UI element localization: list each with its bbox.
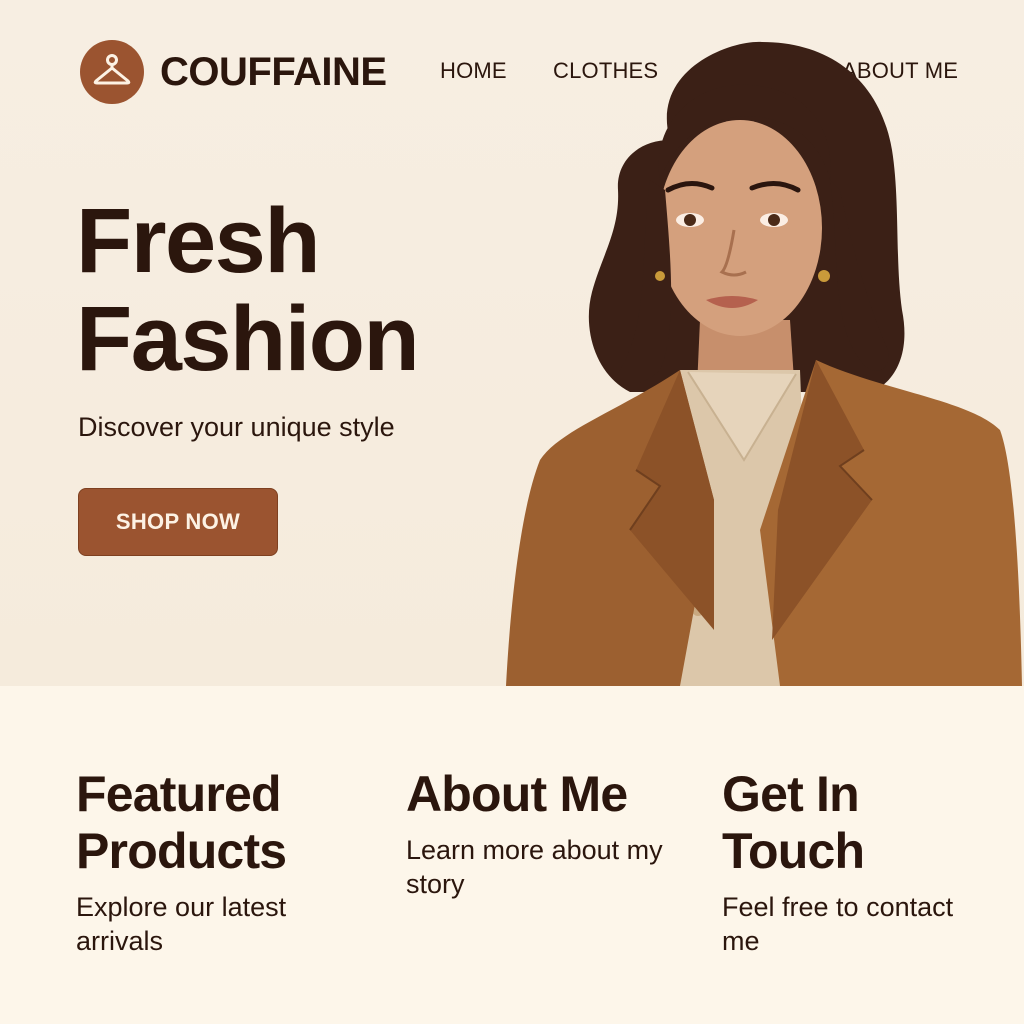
get-in-touch-section[interactable]: Get In Touch Feel free to contact me	[722, 766, 992, 958]
get-in-touch-text: Feel free to contact me	[722, 892, 954, 956]
model-portrait-image	[506, 41, 1022, 686]
about-me-text: Learn more about my story	[406, 835, 663, 899]
featured-title-line-2: Products	[76, 823, 287, 879]
shop-now-button[interactable]: SHOP NOW	[78, 488, 278, 556]
brand-name[interactable]: COUFFAINE	[160, 46, 387, 98]
about-me-title: About Me	[406, 766, 666, 823]
hero-title-line-1: Fresh	[76, 190, 321, 292]
hanger-icon	[93, 54, 131, 85]
featured-products-text: Explore our latest arrivals	[76, 892, 287, 956]
hero-subtitle: Discover your unique style	[78, 412, 395, 442]
touch-title-line-2: Touch	[722, 823, 865, 879]
hero-title-line-2: Fashion	[76, 288, 420, 390]
nav-home[interactable]: HOME	[440, 56, 507, 86]
about-title-line-1: About Me	[406, 766, 628, 822]
touch-title-line-1: Get In	[722, 766, 860, 822]
hero-section: COUFFAINE HOME CLOTHES ABOUT ME Fresh Fa…	[0, 0, 1024, 686]
featured-title-line-1: Featured	[76, 766, 282, 822]
about-me-section[interactable]: About Me Learn more about my story	[406, 766, 666, 901]
hero-title: Fresh Fashion	[76, 190, 420, 390]
featured-products-title: Featured Products	[76, 766, 366, 880]
logo-badge[interactable]	[80, 40, 144, 104]
featured-products-section[interactable]: Featured Products Explore our latest arr…	[76, 766, 366, 958]
get-in-touch-title: Get In Touch	[722, 766, 992, 880]
